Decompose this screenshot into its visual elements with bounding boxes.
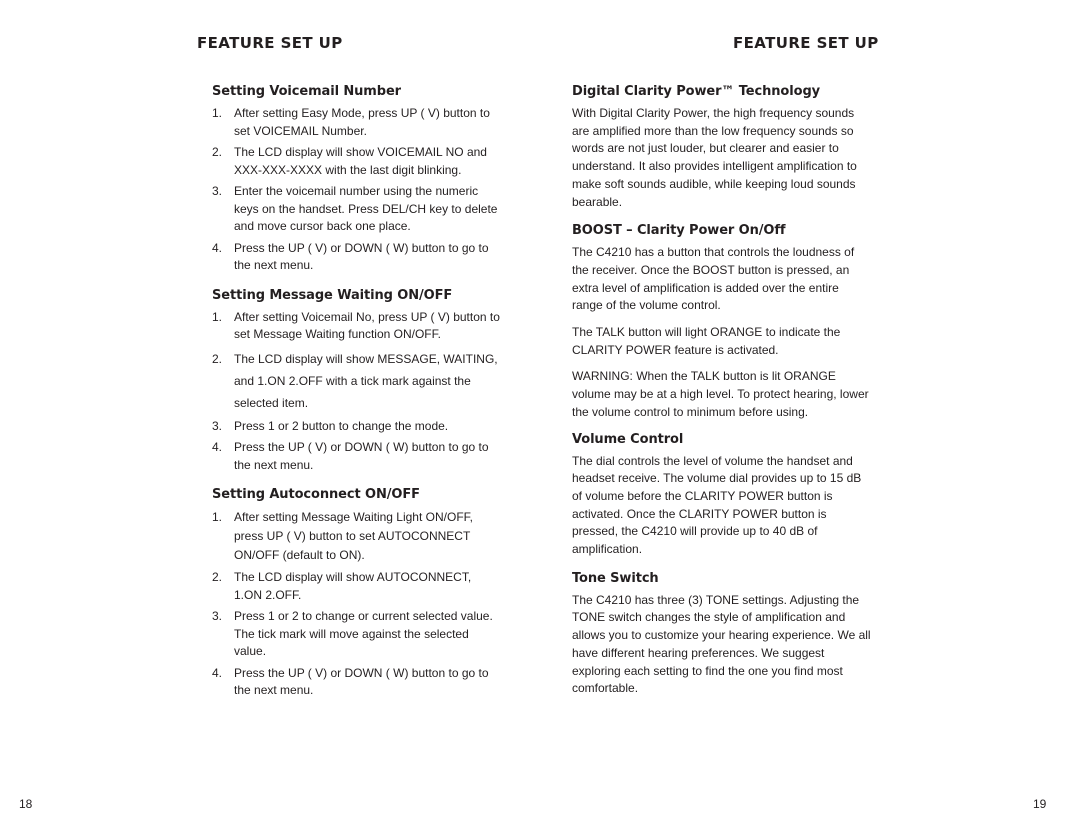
step-number: 2. (212, 145, 223, 159)
list-item: 2. The LCD display will show MESSAGE, WAI… (212, 348, 502, 414)
paragraph: The TALK button will light ORANGE to ind… (572, 325, 841, 357)
right-page-content: Digital Clarity Power™ Technology With D… (572, 84, 872, 710)
step-text: After setting Voicemail No, press UP ( V… (234, 309, 500, 342)
right-page-number: 19 (1033, 797, 1047, 811)
step-text: After setting Message Waiting Light ON/O… (234, 510, 473, 562)
step-list: 1. After setting Easy Mode, press UP ( V)… (212, 105, 502, 275)
list-item: 4. Press the UP ( V) or DOWN ( W) button … (212, 240, 502, 275)
section-autoconnect: Setting Autoconnect ON/OFF 1. After setti… (212, 487, 502, 700)
section-voicemail-number: Setting Voicemail Number 1. After setting… (212, 84, 502, 275)
paragraph: With Digital Clarity Power, the high fre… (572, 106, 857, 209)
step-text: Press the UP ( V) or DOWN ( W) button to… (234, 665, 489, 698)
step-number: 2. (212, 351, 223, 366)
step-number: 3. (212, 184, 223, 198)
step-text: After setting Easy Mode, press UP ( V) b… (234, 106, 490, 138)
paragraph: The dial controls the level of volume th… (572, 453, 862, 557)
step-number: 1. (212, 510, 223, 524)
section-title: Tone Switch (572, 570, 659, 586)
step-text: The LCD display will show VOICEMAIL NO a… (234, 145, 487, 177)
list-item: 2. The LCD display will show AUTOCONNECT,… (212, 569, 502, 604)
section-title: BOOST – Clarity Power On/Off (572, 223, 786, 239)
step-text: The LCD display will show AUTOCONNECT, 1… (234, 570, 472, 602)
list-item: 1. After setting Easy Mode, press UP ( V)… (212, 105, 502, 140)
left-page-header: FEATURE SET UP (197, 34, 343, 52)
section-volume-control: Volume Control The dial controls the lev… (572, 432, 872, 559)
section-tone-switch: Tone Switch The C4210 has three (3) TONE… (572, 571, 872, 698)
list-item: 1. After setting Message Waiting Light ON… (212, 508, 502, 565)
right-page-header: FEATURE SET UP (733, 34, 879, 52)
list-item: 4. Press the UP ( V) or DOWN ( W) button … (212, 439, 502, 474)
paragraph: The C4210 has three (3) TONE settings. A… (572, 592, 871, 696)
step-text: Press the UP ( V) or DOWN ( W) button to… (234, 440, 489, 472)
step-list: 1. After setting Message Waiting Light ON… (212, 508, 502, 700)
section-message-waiting: Setting Message Waiting ON/OFF 1. After s… (212, 288, 502, 475)
list-item: 4. Press the UP ( V) or DOWN ( W) button … (212, 665, 502, 700)
list-item: 3. Press 1 or 2 to change or current sele… (212, 608, 502, 661)
section-title: Setting Voicemail Number (212, 84, 401, 99)
section-title: Digital Clarity Power™ Technology (572, 84, 821, 99)
step-list: 1. After setting Voicemail No, press UP (… (212, 309, 502, 475)
left-page-content: Setting Voicemail Number 1. After setting… (212, 84, 502, 712)
section-title: Setting Message Waiting ON/OFF (212, 287, 453, 303)
step-number: 2. (212, 570, 223, 584)
step-number: 4. (212, 240, 223, 255)
paragraph: The C4210 has a button that controls the… (572, 245, 855, 313)
step-number: 3. (212, 418, 223, 433)
step-number: 1. (212, 309, 223, 324)
list-item: 1. After setting Voicemail No, press UP (… (212, 309, 502, 344)
left-page-number: 18 (19, 797, 33, 811)
step-text: Press 1 or 2 button to change the mode. (234, 418, 449, 433)
section-digital-clarity-power: Digital Clarity Power™ Technology With D… (572, 84, 872, 211)
section-title: Setting Autoconnect ON/OFF (212, 487, 420, 502)
step-number: 1. (212, 106, 223, 120)
warning-paragraph: WARNING: When the TALK button is lit ORA… (572, 369, 869, 419)
step-text: Press the UP ( V) or DOWN ( W) button to… (234, 240, 489, 273)
list-item: 3. Press 1 or 2 button to change the mode… (212, 418, 502, 436)
step-number: 3. (212, 609, 223, 623)
step-text: Press 1 or 2 to change or current select… (234, 609, 493, 658)
list-item: 2. The LCD display will show VOICEMAIL NO… (212, 144, 502, 179)
step-number: 4. (212, 440, 223, 454)
step-number: 4. (212, 665, 223, 680)
step-text: The LCD display will show MESSAGE, WAITI… (234, 351, 498, 410)
section-title: Volume Control (572, 431, 684, 447)
list-item: 3. Enter the voicemail number using the n… (212, 183, 502, 236)
step-text: Enter the voicemail number using the num… (234, 184, 498, 233)
section-boost: BOOST – Clarity Power On/Off The C4210 h… (572, 223, 872, 421)
